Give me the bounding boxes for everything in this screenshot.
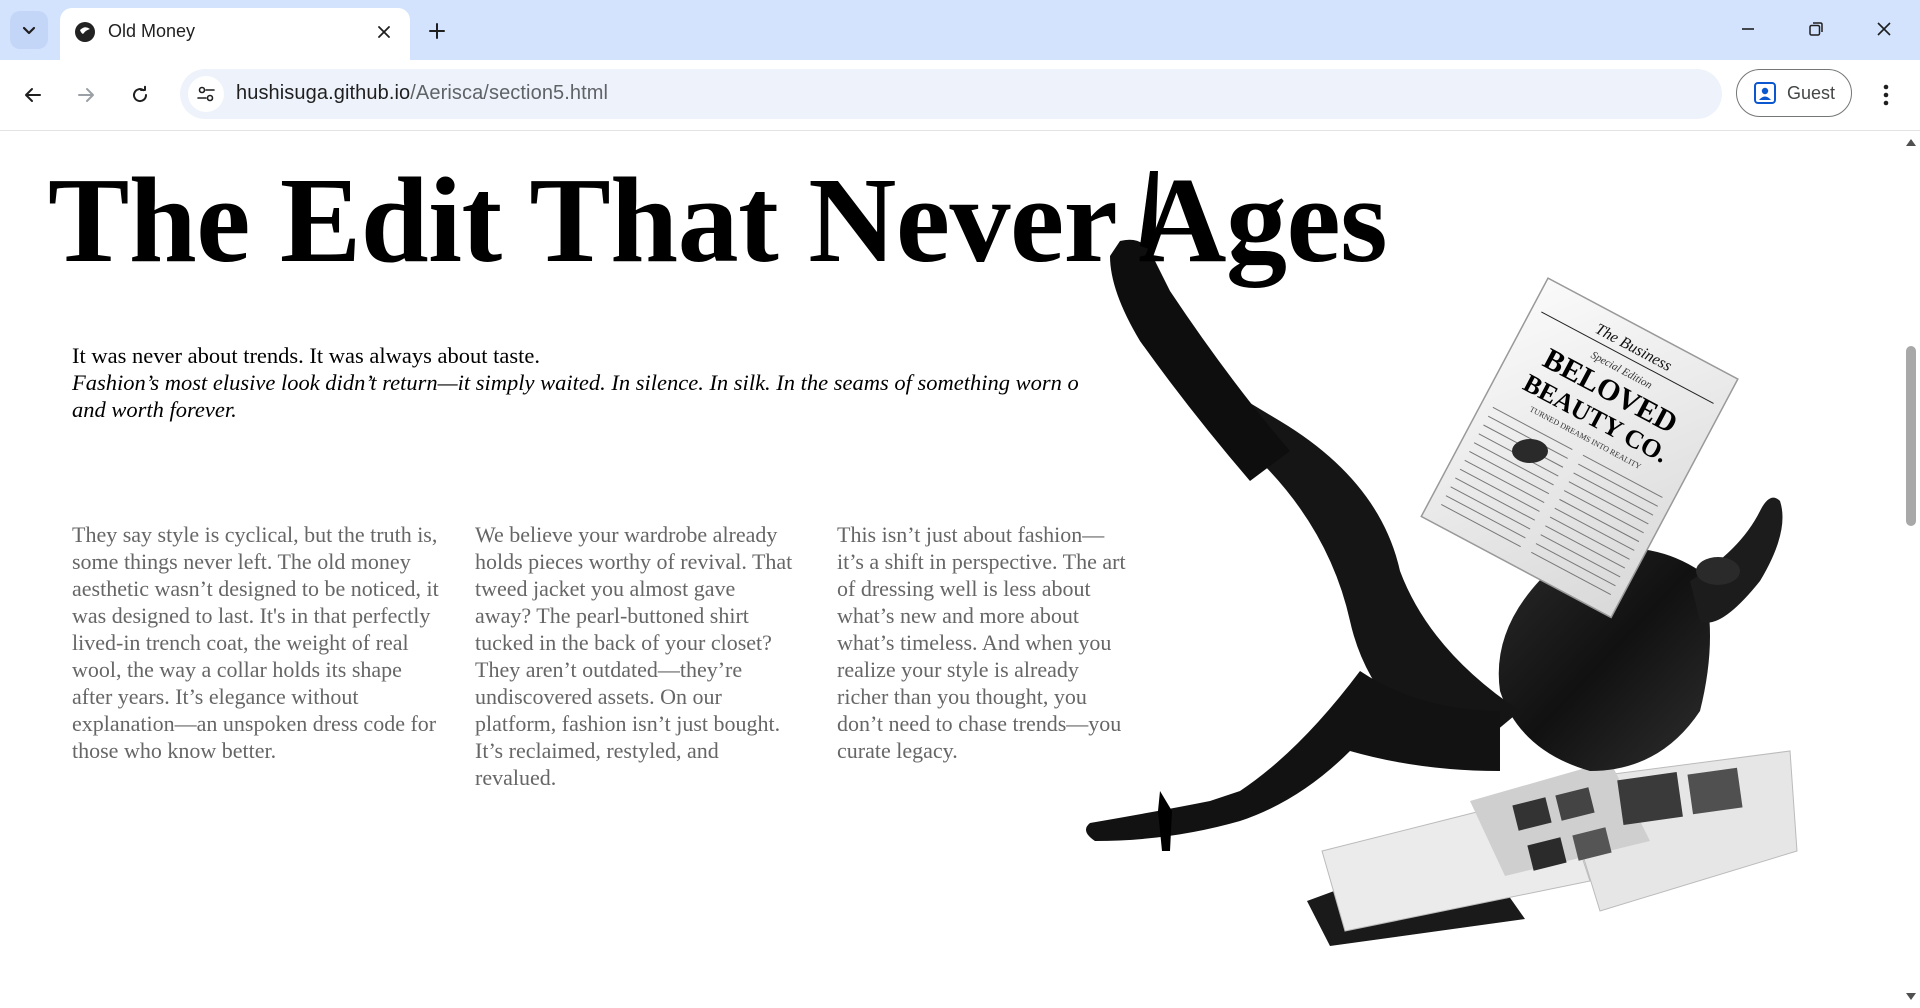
site-favicon-icon (75, 22, 95, 42)
profile-button[interactable]: Guest (1736, 69, 1852, 117)
browser-toolbar: hushisuga.github.io/Aerisca/section5.htm… (0, 60, 1920, 131)
forward-arrow-icon (78, 88, 94, 102)
address-bar[interactable]: hushisuga.github.io/Aerisca/section5.htm… (180, 69, 1722, 119)
tune-icon (197, 86, 215, 102)
restore-icon (1809, 22, 1823, 36)
hand-shape (1512, 439, 1548, 463)
url-path: /Aerisca/section5.html (410, 82, 609, 104)
tab-strip: Old Money (0, 0, 1920, 60)
scroll-down-button[interactable] (1905, 991, 1917, 1003)
tab-close-button[interactable] (370, 18, 398, 46)
intro-italic-line: Fashion’s most elusive look didn’t retur… (72, 370, 1079, 395)
forward-button[interactable] (66, 75, 106, 115)
intro-paragraph: It was never about trends. It was always… (72, 342, 1152, 423)
tab-title: Old Money (108, 21, 196, 41)
profile-label: Guest (1787, 82, 1836, 103)
restore-button[interactable] (1782, 0, 1850, 58)
vertical-scrollbar[interactable] (1902, 131, 1920, 1008)
url-text: hushisuga.github.io/Aerisca/section5.htm… (236, 82, 608, 105)
scroll-thumb[interactable] (1906, 346, 1916, 526)
intro-line: It was never about trends. It was always… (72, 343, 540, 368)
minimize-button[interactable] (1714, 0, 1782, 58)
triangle-down-icon (1906, 993, 1916, 1000)
profile-icon (1754, 82, 1776, 104)
scattered-magazines (1307, 750, 1798, 946)
body-column-1: They say style is cyclical, but the trut… (72, 522, 439, 763)
page-headline: The Edit That Never Ages (48, 153, 1388, 288)
chevron-down-icon (22, 26, 36, 35)
kebab-menu-icon (1883, 84, 1889, 106)
new-tab-button[interactable] (420, 14, 454, 48)
back-arrow-icon (25, 88, 41, 102)
triangle-up-icon (1906, 139, 1916, 146)
minimize-icon (1742, 28, 1754, 30)
tab-search-button[interactable] (10, 11, 48, 49)
page-viewport: The Business Special Edition BELOVED BEA… (0, 131, 1902, 1008)
intro-italic-line-cont: and worth forever. (72, 397, 237, 422)
browser-menu-button[interactable] (1866, 75, 1906, 115)
scroll-up-button[interactable] (1905, 136, 1917, 148)
close-window-button[interactable] (1850, 0, 1918, 58)
hand-shape (1696, 557, 1740, 585)
body-column-3: This isn’t just about fashion—it’s a shi… (837, 522, 1126, 763)
url-domain: hushisuga.github.io (236, 82, 411, 104)
close-icon (378, 26, 390, 38)
reload-button[interactable] (120, 75, 160, 115)
plus-icon (429, 23, 445, 39)
back-button[interactable] (13, 75, 53, 115)
site-info-button[interactable] (188, 76, 224, 112)
body-column-2: We believe your wardrobe already holds p… (475, 522, 793, 790)
reload-icon (133, 85, 148, 103)
active-tab[interactable]: Old Money (60, 8, 410, 60)
close-icon (1877, 22, 1891, 36)
